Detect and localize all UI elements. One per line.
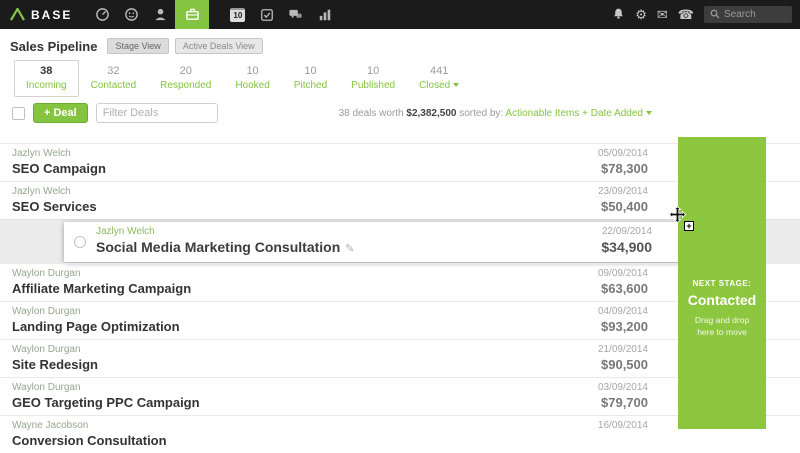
drag-copy-plus-icon: +	[684, 221, 694, 231]
search-icon	[710, 6, 720, 24]
contacts-icon[interactable]	[146, 0, 175, 29]
stage-tab-incoming[interactable]: 38 Incoming	[14, 60, 79, 97]
deal-name[interactable]: Affiliate Marketing Campaign	[12, 281, 788, 296]
deal-date: 22/09/2014	[601, 226, 652, 237]
dropzone-hint: Drag and drop here to move	[686, 314, 758, 339]
sort-dropdown[interactable]: Actionable Items + Date Added	[505, 108, 643, 119]
deal-date: 09/09/2014	[598, 268, 648, 279]
deal-name[interactable]: Site Redesign	[12, 357, 788, 372]
deal-name[interactable]: Landing Page Optimization	[12, 319, 788, 334]
deal-date: 16/09/2014	[598, 420, 648, 431]
filter-deals-input[interactable]	[96, 103, 218, 123]
calendar-icon[interactable]: 10	[223, 0, 252, 29]
deal-value: $50,400	[598, 199, 648, 214]
stage-tab-responded[interactable]: 20 Responded	[148, 60, 223, 97]
leads-icon[interactable]	[117, 0, 146, 29]
chevron-down-icon	[453, 83, 459, 87]
deal-name[interactable]: GEO Targeting PPC Campaign	[12, 395, 788, 410]
deal-name[interactable]: Conversion Consultation	[12, 433, 788, 448]
summary-prefix: 38 deals worth	[339, 108, 404, 119]
notifications-bell-icon[interactable]	[612, 7, 625, 22]
deal-value: $79,700	[598, 395, 648, 410]
deal-radio[interactable]	[74, 236, 86, 248]
global-search[interactable]	[704, 6, 792, 23]
next-stage-label: NEXT STAGE:	[686, 279, 758, 288]
deal-value: $90,500	[598, 357, 648, 372]
add-deal-button[interactable]: + Deal	[33, 103, 88, 123]
active-deals-view-button[interactable]: Active Deals View	[175, 38, 263, 54]
calendar-day: 10	[230, 8, 245, 22]
top-navigation-bar: BASE 10 ⚙ ✉ ☎	[0, 0, 800, 29]
tasks-icon[interactable]	[252, 0, 281, 29]
select-all-checkbox[interactable]	[12, 107, 25, 120]
dragged-deal-card[interactable]: Jazlyn Welch Social Media Marketing Cons…	[64, 222, 692, 262]
deal-date: 03/09/2014	[598, 382, 648, 393]
deal-contact: Wayne Jacobson	[12, 420, 788, 431]
deal-value: $78,300	[598, 161, 648, 176]
stage-tab-pitched[interactable]: 10 Pitched	[282, 60, 339, 97]
stage-view-button[interactable]: Stage View	[107, 38, 168, 54]
dashboard-icon[interactable]	[88, 0, 117, 29]
settings-gear-icon[interactable]: ⚙	[635, 8, 647, 21]
page-title: Sales Pipeline	[10, 39, 97, 54]
deal-value: $63,600	[598, 281, 648, 296]
deal-contact: Waylon Durgan	[12, 268, 788, 279]
chevron-down-icon[interactable]	[646, 111, 652, 115]
deal-contact: Waylon Durgan	[12, 344, 788, 355]
deals-summary: 38 deals worth $2,382,500 sorted by: Act…	[339, 108, 652, 119]
topbar-right-icons: ⚙ ✉ ☎	[612, 6, 792, 23]
brand-logo[interactable]: BASE	[10, 8, 72, 22]
deal-contact: Jazlyn Welch	[12, 186, 788, 197]
stage-tab-closed[interactable]: 441 Closed	[407, 60, 471, 97]
stage-tab-contacted[interactable]: 32 Contacted	[79, 60, 149, 97]
deal-contact: Waylon Durgan	[12, 306, 788, 317]
reports-icon[interactable]	[310, 0, 339, 29]
deal-date: 21/09/2014	[598, 344, 648, 355]
deal-date: 04/09/2014	[598, 306, 648, 317]
next-stage-name: Contacted	[686, 292, 758, 308]
deal-name[interactable]: SEO Campaign	[12, 161, 788, 176]
brand-name: BASE	[31, 8, 72, 22]
deal-contact: Jazlyn Welch	[96, 226, 652, 237]
base-logo-icon	[10, 8, 25, 21]
communication-icon[interactable]	[281, 0, 310, 29]
edit-pencil-icon[interactable]: ✎	[345, 243, 354, 255]
deals-toolbar: + Deal 38 deals worth $2,382,500 sorted …	[0, 97, 800, 129]
deal-value: $93,200	[598, 319, 648, 334]
deal-contact: Jazlyn Welch	[12, 148, 788, 159]
deals-icon[interactable]	[175, 0, 209, 29]
deal-name[interactable]: Social Media Marketing Consultation	[96, 239, 340, 255]
summary-amount: $2,382,500	[406, 108, 456, 119]
page-header: Sales Pipeline Stage View Active Deals V…	[0, 29, 800, 58]
search-input[interactable]	[724, 9, 786, 20]
stage-tab-hooked[interactable]: 10 Hooked	[223, 60, 281, 97]
deal-value: $34,900	[601, 239, 652, 255]
deal-date: 23/09/2014	[598, 186, 648, 197]
summary-sorted-by: sorted by:	[459, 108, 503, 119]
next-stage-dropzone[interactable]: NEXT STAGE: Contacted Drag and drop here…	[678, 137, 766, 429]
deal-date: 05/09/2014	[598, 148, 648, 159]
email-envelope-icon[interactable]: ✉	[657, 8, 668, 21]
stage-tab-published[interactable]: 10 Published	[339, 60, 407, 97]
phone-icon[interactable]: ☎	[678, 8, 694, 21]
deal-contact: Waylon Durgan	[12, 382, 788, 393]
pipeline-stage-tabs: 38 Incoming 32 Contacted 20 Responded 10…	[14, 60, 800, 97]
